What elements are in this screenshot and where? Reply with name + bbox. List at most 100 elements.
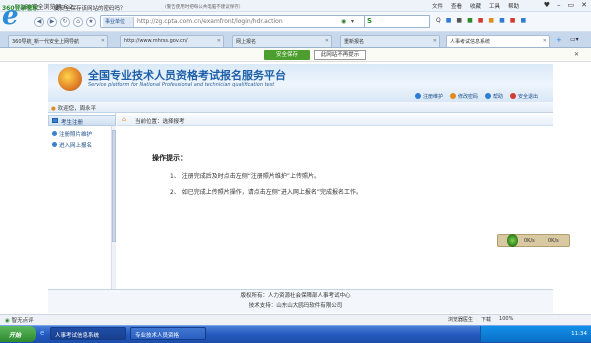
status-left[interactable]: ◉ 智无点评 [5, 316, 34, 324]
menu-favorites[interactable]: 收藏 [470, 2, 481, 10]
weather-icon[interactable]: ■ [499, 17, 505, 24]
menu-tools[interactable]: 工具 [489, 2, 500, 10]
breadcrumb: 当前位置：选择报考 [135, 119, 185, 125]
close-icon[interactable]: ✕ [217, 38, 221, 44]
tab-mhrss[interactable]: http://www.mhrss.gov.cn/ ✕ [120, 35, 224, 47]
clock[interactable]: 11:34 [571, 331, 587, 337]
task-label: 专业技术人员资格 [135, 333, 180, 339]
tab-360-nav[interactable]: 360导航_新一代安全上网导航 ✕ [8, 35, 108, 47]
search-icon[interactable]: Q [436, 17, 441, 24]
site-subtitle: Service platform for National Profession… [88, 82, 275, 88]
browser-doctor-button[interactable]: 浏览器医生 [448, 316, 473, 323]
link-register-maintenance[interactable]: 注册维护 [415, 93, 443, 100]
tab-label: 360导航_新一代安全上网导航 [12, 39, 80, 45]
tab-label: http://www.mhrss.gov.cn/ [124, 38, 188, 44]
step-2: 2、 如已完成上传照片操作，请点击左侧“进入网上报名”完成报名工作。 [170, 189, 362, 196]
bullet-icon [52, 142, 57, 147]
status-left-label: 智无点评 [11, 318, 34, 324]
task-label: 人事考试信息系统 [55, 333, 100, 339]
close-button[interactable]: ✕ [581, 1, 587, 9]
download-button[interactable]: 下载 [481, 316, 491, 323]
zoom-level[interactable]: 100% [499, 316, 513, 323]
screenshot-icon[interactable]: ■ [488, 17, 494, 24]
never-prompt-button[interactable]: 此网站不再提示 [314, 50, 366, 60]
tool-icon[interactable]: ■ [456, 17, 462, 24]
link-help[interactable]: 帮助 [485, 93, 503, 100]
safe-save-label: 安全保存 [275, 52, 298, 58]
maximize-button[interactable]: ▭ [568, 1, 575, 9]
network-speed-widget[interactable]: 0K/s 0K/s [497, 234, 570, 247]
user-bar [48, 102, 553, 113]
tab-exam-system[interactable]: 人事考试信息系统 ✕ [446, 35, 550, 47]
start-button[interactable]: 开始 [0, 326, 36, 342]
start-label: 开始 [9, 332, 22, 339]
close-icon[interactable]: ✕ [433, 38, 437, 44]
left-panel-scrollbar[interactable] [111, 126, 116, 289]
upload-speed: 0K/s [524, 238, 535, 244]
toolbar-icons: Q ■ ■ ■ ■ ■ ■ ■ ■ [436, 17, 526, 24]
welcome-label: 欢迎您，周永平 [57, 106, 97, 112]
close-icon[interactable]: ✕ [543, 38, 547, 44]
taskbar-exam-system[interactable]: 人事考试信息系统 [50, 327, 126, 340]
help-icon [485, 93, 492, 99]
apps-icon[interactable]: ■ [446, 17, 452, 24]
taskbar-qualification[interactable]: 专业技术人员资格 [130, 327, 206, 340]
back-icon[interactable]: ◀ [34, 17, 44, 27]
menu-help[interactable]: 帮助 [508, 2, 519, 10]
status-right: 浏览器医生 下载 100% [448, 316, 513, 323]
security-shield-icon[interactable]: ■ [510, 17, 516, 24]
tab-label: 人事考试信息系统 [450, 39, 491, 45]
welcome-text: ● 欢迎您，周永平 [51, 104, 96, 112]
tab-online-registration[interactable]: 网上报名 ✕ [232, 35, 332, 47]
notify-close-icon[interactable]: ✕ [574, 51, 579, 58]
link-logout[interactable]: 安全退出 [510, 93, 538, 100]
tab-re-register[interactable]: 重新报名 ✕ [340, 35, 440, 47]
forward-icon[interactable]: ▶ [47, 17, 57, 27]
minimize-button[interactable]: – [557, 1, 561, 9]
favorite-heart-icon[interactable]: ♥ [544, 1, 550, 9]
menu-view[interactable]: 查看 [451, 2, 462, 10]
user-icon [415, 93, 421, 99]
url-text[interactable]: http://zg.cpta.com.cn/examfront/login/hd… [137, 18, 283, 25]
refresh-icon[interactable]: ↻ [60, 17, 70, 27]
operation-tips-title: 操作提示： [152, 154, 187, 162]
new-tab-icon[interactable]: + [556, 36, 562, 44]
key-icon [450, 93, 457, 99]
window-controls: ♥ – ▭ ✕ [544, 1, 587, 9]
dropdown-icon[interactable]: ▾ [351, 18, 354, 25]
translate-icon[interactable]: ■ [467, 17, 473, 24]
search-input[interactable]: S [364, 15, 430, 28]
quick-launch-ie-icon[interactable]: e [40, 329, 44, 337]
link-change-password[interactable]: 修改密码 [450, 93, 478, 100]
left-panel-header[interactable]: 考生注册 [48, 115, 116, 126]
lightbulb-icon [507, 234, 518, 247]
step-1: 1、 注册完成后及时点击左侧“注册照片维护”上传照片。 [170, 173, 320, 180]
site-links: 注册维护 修改密码 帮助 安全退出 [415, 93, 538, 100]
comment-icon: ◉ [5, 318, 10, 324]
address-selector[interactable]: 事业单位 [103, 17, 134, 27]
home-icon[interactable]: ⌂ [73, 17, 83, 27]
extensions-icon[interactable]: ■ [520, 17, 526, 24]
left-panel-title: 考生注册 [61, 120, 84, 126]
close-icon[interactable]: ✕ [101, 38, 105, 44]
favorite-star-icon[interactable]: ★ [86, 17, 96, 27]
never-prompt-label: 此网站不再提示 [320, 52, 360, 58]
mail-icon[interactable]: ■ [478, 17, 484, 24]
menu-file[interactable]: 文件 [432, 2, 443, 10]
menu-item-label: 注册照片维护 [59, 132, 93, 138]
notify-message: 要安全保存该网站的密码吗？ [54, 6, 126, 12]
tab-menu-icon[interactable]: ▭▾ [570, 36, 579, 43]
logout-icon [510, 93, 517, 99]
browser-window: 360安全浏览器 6.2 文件 查看 收藏 工具 帮助 ♥ – ▭ ✕ e ◀ … [0, 0, 591, 343]
menu-item-online-registration[interactable]: 进入网上报名 [52, 141, 92, 149]
search-engine-icon[interactable]: S [367, 17, 372, 25]
menu-item-photo-maintenance[interactable]: 注册照片维护 [52, 130, 92, 138]
scrollbar-thumb[interactable] [112, 130, 116, 242]
menu-item-label: 进入网上报名 [59, 143, 93, 149]
folder-icon [52, 118, 58, 123]
security-icon[interactable]: ◉ [341, 18, 346, 25]
site-logo-icon [58, 67, 82, 91]
tab-label: 重新报名 [344, 39, 365, 45]
safe-save-button[interactable]: 安全保存 [264, 50, 310, 60]
close-icon[interactable]: ✕ [325, 38, 329, 44]
